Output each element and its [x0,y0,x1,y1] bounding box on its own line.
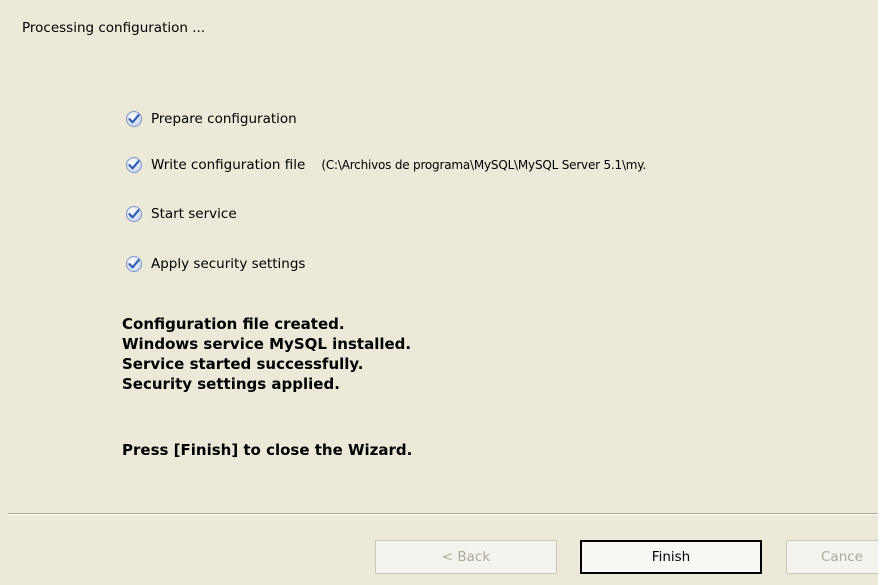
message-config-created: Configuration file created. [122,315,345,333]
checkmark-icon [126,256,142,272]
message-service-started: Service started successfully. [122,355,364,373]
processing-header: Processing configuration ... [22,20,206,36]
message-security-applied: Security settings applied. [122,375,340,393]
cancel-button[interactable]: Cance [786,540,884,574]
step-write-configuration-file: Write configuration file (C:\Archivos de… [125,154,646,176]
step-label: Write configuration file [151,157,306,173]
config-wizard-window: Processing configuration ... Prepare con… [0,0,884,585]
window-right-edge [878,0,884,585]
config-file-path: (C:\Archivos de programa\MySQL\MySQL Ser… [321,158,647,172]
step-label: Start service [151,206,237,222]
step-label: Apply security settings [151,256,306,272]
message-service-installed: Windows service MySQL installed. [122,335,412,353]
finish-instruction: Press [Finish] to close the Wizard. [122,441,413,459]
footer-divider-highlight [8,514,878,515]
result-messages: Configuration file created. Windows serv… [122,314,411,394]
step-prepare-configuration: Prepare configuration [125,108,297,130]
checkmark-icon [126,157,142,173]
step-start-service: Start service [125,203,237,225]
step-label: Prepare configuration [151,111,297,127]
back-button[interactable]: < Back [375,540,557,574]
checkmark-icon [126,111,142,127]
finish-button[interactable]: Finish [580,540,762,574]
checkmark-icon [126,206,142,222]
step-apply-security-settings: Apply security settings [125,253,305,275]
